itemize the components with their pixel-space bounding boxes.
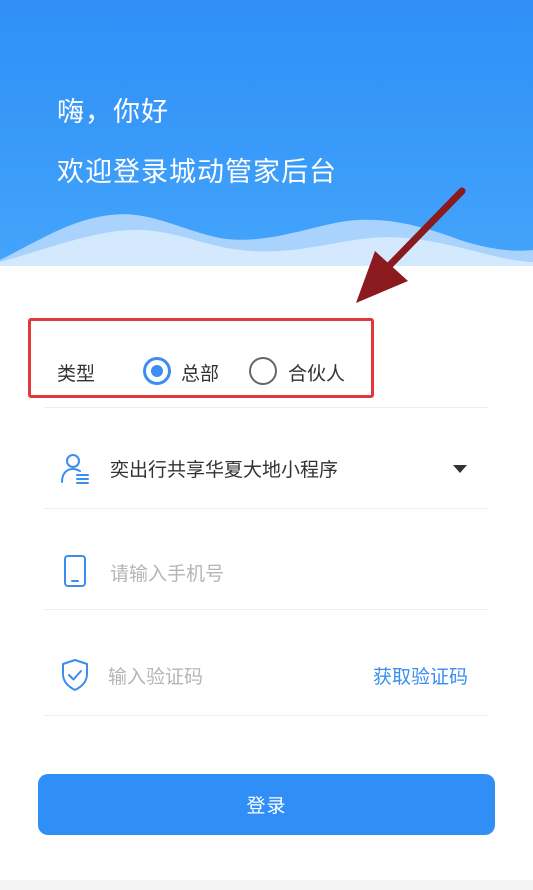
login-page: 嗨，你好 欢迎登录城动管家后台 类型 总部 合伙人 奕出行共享华夏大地小程序 请…	[0, 0, 533, 890]
radio-headquarters[interactable]	[143, 357, 171, 385]
divider	[44, 407, 488, 408]
greeting-text: 嗨，你好	[57, 97, 169, 128]
login-button[interactable]: 登录	[38, 774, 495, 835]
phone-input[interactable]: 请输入手机号	[110, 559, 224, 586]
annotation-arrow-icon	[356, 187, 466, 303]
divider	[44, 609, 488, 610]
type-label: 类型	[57, 363, 96, 385]
program-select-value[interactable]: 奕出行共享华夏大地小程序	[110, 455, 338, 482]
chevron-down-icon[interactable]	[453, 465, 467, 473]
user-list-icon	[61, 454, 89, 484]
divider	[44, 715, 488, 716]
radio-partner[interactable]	[249, 357, 277, 385]
get-code-button[interactable]: 获取验证码	[373, 662, 468, 689]
divider	[44, 508, 488, 509]
phone-icon	[64, 555, 86, 587]
bottom-edge	[0, 880, 533, 890]
verification-code-input[interactable]: 输入验证码	[108, 662, 203, 689]
radio-headquarters-label[interactable]: 总部	[181, 359, 219, 386]
welcome-text: 欢迎登录城动管家后台	[57, 157, 337, 188]
shield-check-icon	[62, 659, 88, 691]
radio-partner-label[interactable]: 合伙人	[288, 359, 345, 386]
type-selector-highlight	[28, 318, 374, 398]
